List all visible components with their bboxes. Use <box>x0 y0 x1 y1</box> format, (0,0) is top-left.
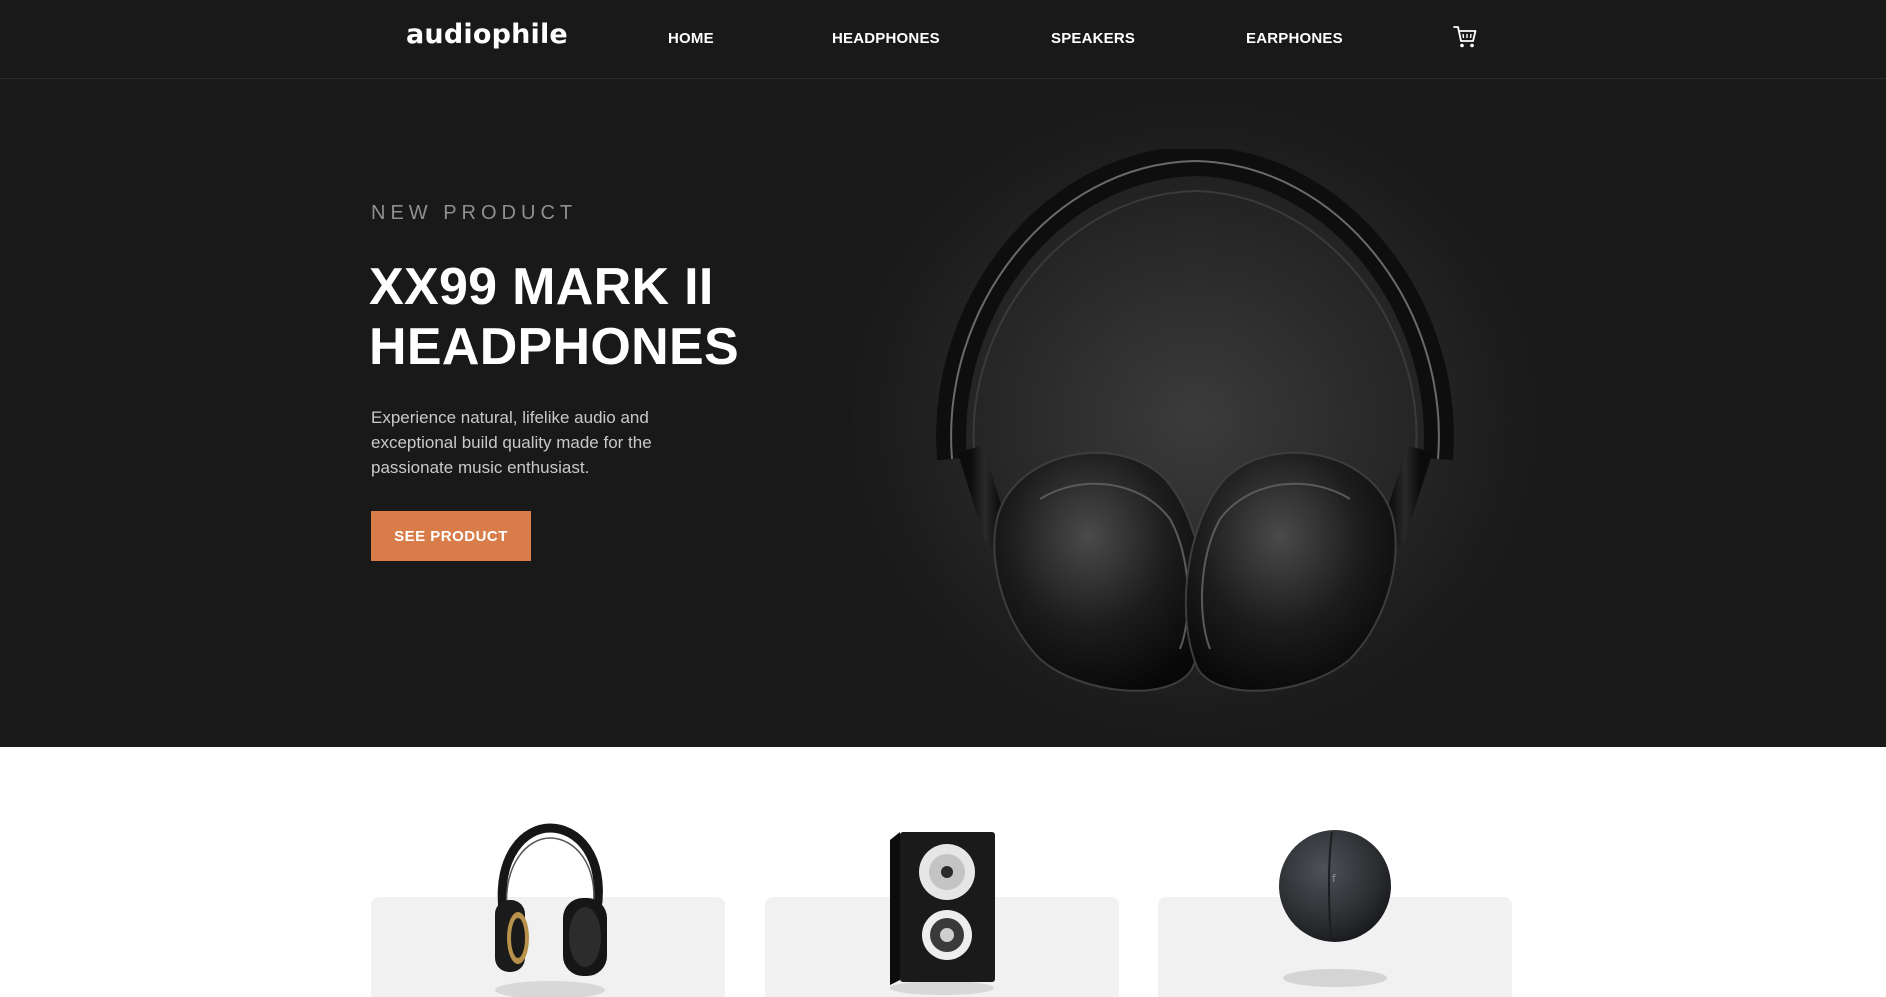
nav-link-speakers[interactable]: SPEAKERS <box>1051 30 1135 47</box>
cart-icon[interactable] <box>1452 24 1478 50</box>
hero-description: Experience natural, lifelike audio and e… <box>371 408 652 477</box>
hero-section: NEW PRODUCT XX99 MARK II HEADPHONES Expe… <box>0 79 1886 747</box>
logo[interactable]: audiophile <box>406 19 568 50</box>
hero-title: XX99 MARK II HEADPHONES <box>369 258 739 376</box>
see-product-button[interactable]: SEE PRODUCT <box>371 511 531 561</box>
nav-link-home[interactable]: HOME <box>668 30 714 47</box>
earphones-case-image: f <box>1279 830 1391 987</box>
site-header: audiophile HOME HEADPHONES SPEAKERS EARP… <box>0 0 1886 79</box>
hero-overline: NEW PRODUCT <box>371 202 578 224</box>
speaker-image <box>890 832 995 995</box>
headphones-image <box>936 149 1454 692</box>
nav-link-earphones[interactable]: EARPHONES <box>1246 30 1343 47</box>
headphones-image <box>495 823 607 997</box>
nav-link-headphones[interactable]: HEADPHONES <box>832 30 940 47</box>
